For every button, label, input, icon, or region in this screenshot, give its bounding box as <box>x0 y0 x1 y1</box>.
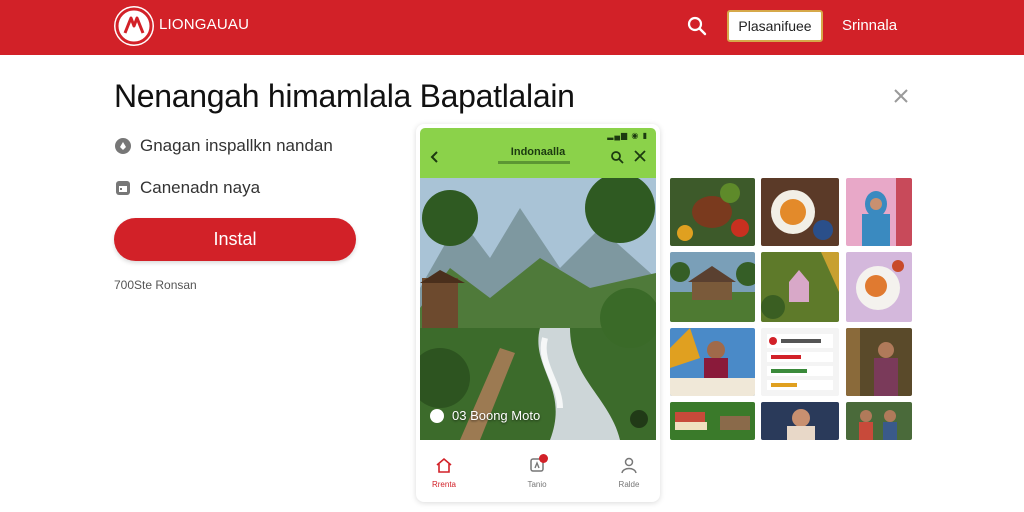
feature-item: Canenadn naya <box>114 178 260 198</box>
brand-name[interactable]: LIONGAUAU <box>159 16 249 33</box>
gallery-photo-group[interactable] <box>846 402 912 440</box>
gallery-photo-person[interactable] <box>846 178 912 246</box>
phone-app-subtitle-bar <box>498 161 570 164</box>
notification-badge <box>539 454 548 463</box>
gallery-photo-dish[interactable] <box>761 178 839 246</box>
gallery-screenshot-app[interactable] <box>761 328 839 396</box>
hero-caption-text: 03 Boong Moto <box>452 408 541 423</box>
close-icon[interactable] <box>892 87 910 105</box>
gallery-photo-food[interactable] <box>670 178 755 246</box>
nav-label: Ralde <box>618 480 640 489</box>
search-icon[interactable] <box>686 15 708 37</box>
camera-icon <box>430 408 444 423</box>
top-bar: LIONGAUAU Plasanifuee Srinnala <box>0 0 1024 55</box>
gallery-photo-woman[interactable] <box>670 328 755 396</box>
home-icon <box>436 457 452 473</box>
hero-photo[interactable]: 03 Boong Moto <box>420 178 656 440</box>
nav-item-saved[interactable]: Tanio <box>517 454 557 489</box>
shield-icon <box>115 138 131 154</box>
gallery-photo-house[interactable] <box>670 252 755 322</box>
signin-link[interactable]: Srinnala <box>842 17 897 34</box>
search-icon[interactable] <box>610 150 624 164</box>
close-icon[interactable] <box>634 150 646 162</box>
feature-text: Canenadn naya <box>140 178 261 197</box>
page-title: Nenangah himamlala Bapatlalain <box>114 78 575 114</box>
gallery-photo-meal[interactable] <box>846 252 912 322</box>
nav-label: Tanio <box>527 480 547 489</box>
gallery-photo-portrait[interactable] <box>761 402 839 440</box>
downloads-count: 700Ste Ronsan <box>114 278 197 292</box>
status-bar-icons: ▂▄▆ ◉ ▮ <box>607 131 648 140</box>
phone-preview: ▂▄▆ ◉ ▮ Indonaalla 03 Boong Moto Rrenta … <box>416 124 660 502</box>
calendar-icon <box>116 181 130 195</box>
gallery-photo-landmark[interactable] <box>761 252 839 322</box>
feature-text: Gnagan inspallkn nandan <box>140 136 333 155</box>
phone-bottom-nav: Rrenta Tanio Ralde <box>416 446 660 502</box>
primary-header-button[interactable]: Plasanifuee <box>727 10 823 42</box>
phone-app-header: ▂▄▆ ◉ ▮ Indonaalla <box>420 128 656 182</box>
gallery-photo-man[interactable] <box>846 328 912 396</box>
install-button[interactable]: Instal <box>114 218 356 261</box>
hero-caption: 03 Boong Moto <box>430 408 540 423</box>
screenshot-gallery <box>670 178 912 440</box>
feature-item: Gnagan inspallkn nandan <box>114 136 333 156</box>
nav-label: Rrenta <box>431 480 456 489</box>
brand-logo-icon[interactable] <box>114 6 154 46</box>
gallery-photo-books[interactable] <box>670 402 755 440</box>
user-icon <box>621 457 637 474</box>
nav-item-home[interactable]: Rrenta <box>424 456 464 489</box>
expand-icon[interactable] <box>630 410 648 428</box>
nav-item-profile[interactable]: Ralde <box>609 456 649 489</box>
